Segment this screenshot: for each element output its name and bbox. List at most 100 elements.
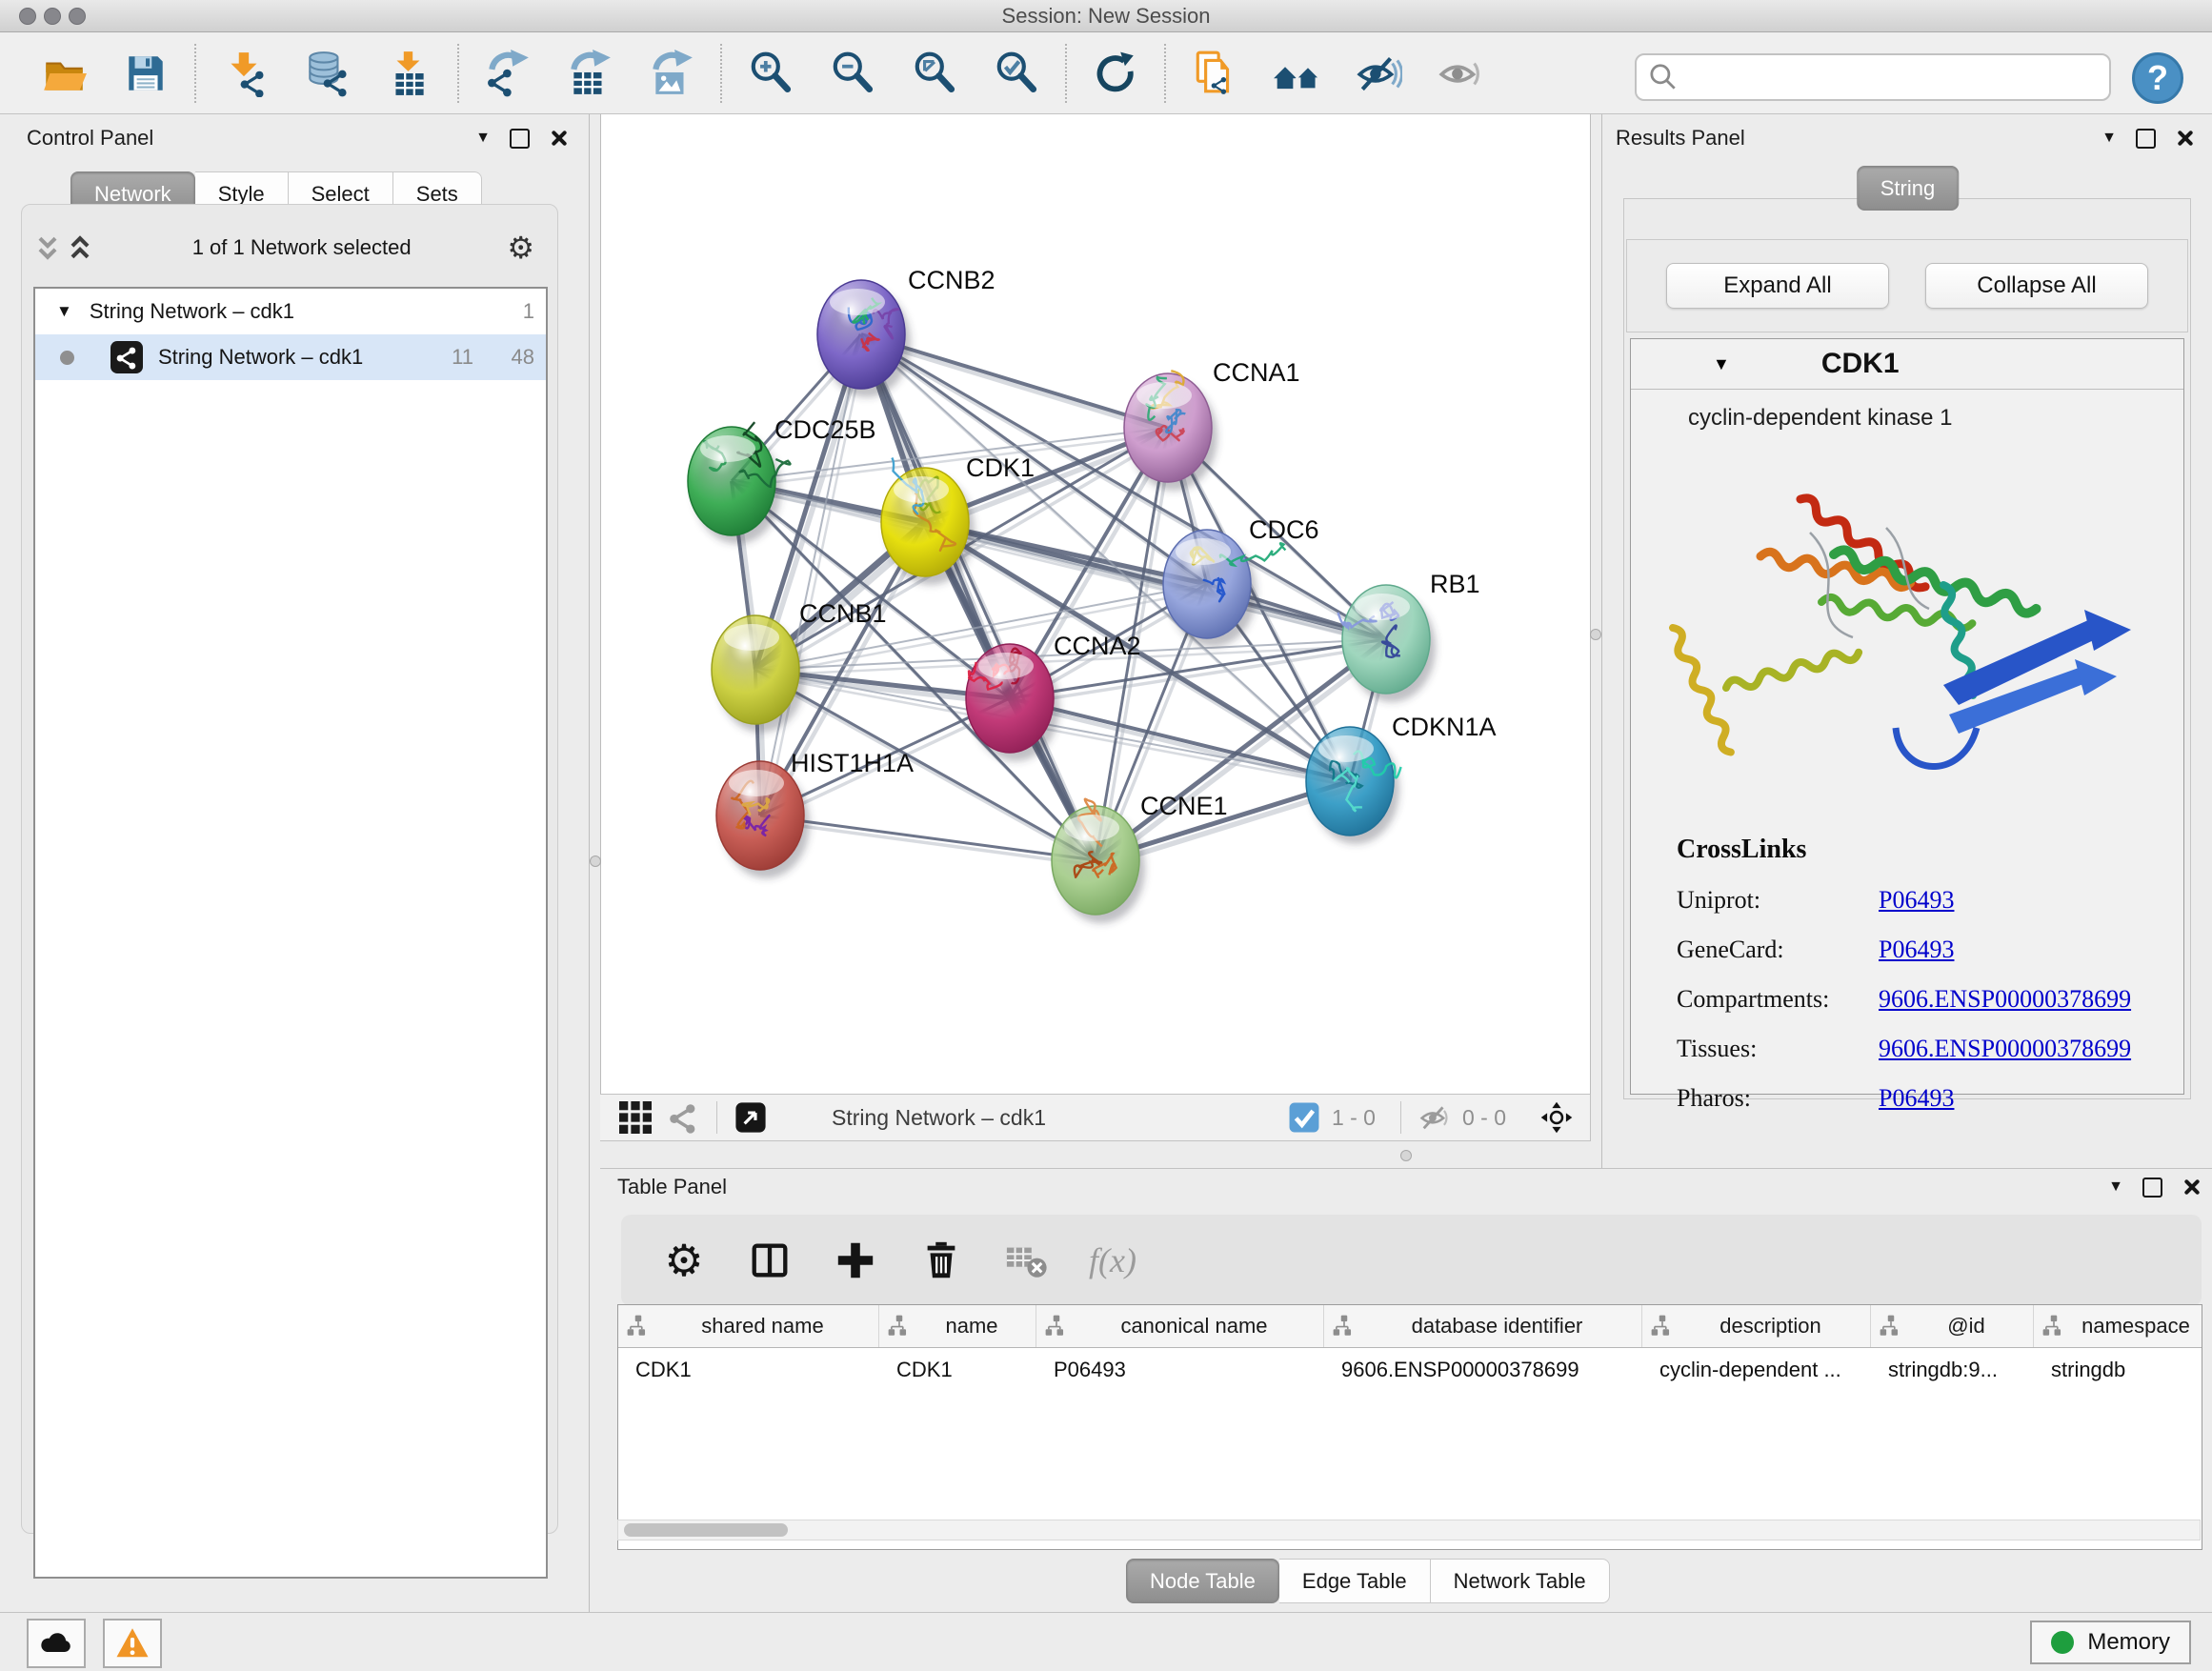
fit-selected-crosshair-icon[interactable] — [1538, 1099, 1575, 1136]
collection-expand-icon[interactable]: ▼ — [56, 302, 72, 321]
open-session-icon[interactable] — [38, 48, 90, 99]
crosslink-label: Pharos: — [1677, 1084, 1879, 1113]
float-panel-icon[interactable] — [2142, 1178, 2162, 1198]
string-results-box: Expand All Collapse All ▼ CDK1 cyclin-de… — [1623, 198, 2191, 1099]
export-network-icon[interactable] — [482, 48, 533, 99]
column-header-description[interactable]: description — [1642, 1305, 1871, 1347]
column-header-databaseidentifier[interactable]: database identifier — [1324, 1305, 1642, 1347]
collection-count: 1 — [485, 299, 546, 324]
network-overview-icon[interactable] — [665, 1099, 701, 1136]
right-splitter-handle[interactable] — [1590, 629, 1601, 640]
import-network-from-database-icon[interactable] — [301, 48, 352, 99]
close-panel-icon[interactable] — [2175, 129, 2194, 148]
close-panel-icon[interactable] — [549, 129, 568, 148]
cell-databaseidentifier[interactable]: 9606.ENSP00000378699 — [1324, 1358, 1642, 1382]
toolbar-separator — [1065, 44, 1067, 103]
tab-string[interactable]: String — [1857, 166, 1959, 211]
import-table-from-file-icon[interactable] — [383, 48, 434, 99]
left-splitter-handle[interactable] — [590, 856, 601, 867]
column-header-id[interactable]: @id — [1871, 1305, 2034, 1347]
warning-icon[interactable] — [103, 1619, 162, 1668]
gene-expand-icon[interactable]: ▼ — [1713, 354, 1730, 374]
column-header-name[interactable]: name — [879, 1305, 1036, 1347]
node-CCNA1[interactable] — [1124, 371, 1212, 482]
tab-network-table[interactable]: Network Table — [1431, 1559, 1610, 1603]
cell-namespace[interactable]: stringdb — [2034, 1358, 2202, 1382]
float-panel-icon[interactable] — [510, 129, 530, 149]
crosslink-link[interactable]: P06493 — [1879, 886, 1954, 915]
first-neighbors-icon[interactable] — [1271, 48, 1322, 99]
crosslinks-section: CrossLinks Uniprot:P06493GeneCard:P06493… — [1677, 835, 2153, 1113]
crosslink-link[interactable]: 9606.ENSP00000378699 — [1879, 1035, 2131, 1063]
zoom-out-icon[interactable] — [827, 48, 878, 99]
delete-column-icon[interactable] — [916, 1236, 966, 1285]
collapse-all-button[interactable]: Collapse All — [1925, 263, 2148, 309]
node-CCNB2[interactable] — [817, 280, 905, 389]
add-column-icon[interactable] — [831, 1236, 880, 1285]
cloud-icon[interactable] — [27, 1619, 86, 1668]
collapse-panel-icon[interactable]: ▼ — [2108, 1179, 2123, 1195]
node-CCNE1[interactable] — [1052, 799, 1139, 915]
network-row[interactable]: String Network – cdk1 11 48 — [35, 334, 546, 380]
selected-checkbox-icon[interactable] — [1286, 1099, 1322, 1136]
new-network-from-selection-icon[interactable] — [1189, 48, 1240, 99]
crosslink-link[interactable]: P06493 — [1879, 936, 1954, 964]
expand-all-networks-icon[interactable] — [64, 232, 96, 264]
control-panel-title: Control Panel — [27, 126, 153, 151]
birds-eye-view-icon[interactable] — [733, 1099, 769, 1136]
tab-node-table[interactable]: Node Table — [1126, 1559, 1279, 1603]
node-label-CCNA2: CCNA2 — [1054, 632, 1141, 660]
network-collection-row[interactable]: ▼ String Network – cdk1 1 — [35, 289, 546, 334]
table-row[interactable]: CDK1CDK1P064939606.ENSP00000378699cyclin… — [618, 1348, 2202, 1392]
collapse-panel-icon[interactable]: ▼ — [475, 131, 491, 146]
zoom-selected-icon[interactable] — [991, 48, 1042, 99]
show-all-icon[interactable] — [1435, 48, 1486, 99]
help-button[interactable]: ? — [2132, 52, 2183, 104]
bottom-splitter-handle[interactable] — [1400, 1150, 1412, 1161]
network-options-gear-icon[interactable]: ⚙ — [507, 232, 534, 263]
export-image-icon[interactable] — [646, 48, 697, 99]
scrollbar-thumb[interactable] — [624, 1523, 788, 1537]
edge-HIST1H1A-CCNE1[interactable] — [760, 815, 1096, 860]
memory-button[interactable]: Memory — [2030, 1621, 2191, 1664]
float-panel-icon[interactable] — [2136, 129, 2156, 149]
node-label-CDC6: CDC6 — [1249, 515, 1319, 544]
node-CCNA2[interactable] — [966, 644, 1054, 753]
table-tabs: Node TableEdge TableNetwork Table — [1126, 1559, 1610, 1603]
tab-edge-table[interactable]: Edge Table — [1279, 1559, 1431, 1603]
node-HIST1H1A[interactable] — [716, 761, 804, 870]
export-table-icon[interactable] — [564, 48, 615, 99]
node-CCNB1[interactable] — [712, 615, 799, 724]
gene-card-header[interactable]: ▼ CDK1 — [1631, 339, 2183, 390]
column-header-canonicalname[interactable]: canonical name — [1036, 1305, 1324, 1347]
cell-canonicalname[interactable]: P06493 — [1036, 1358, 1324, 1382]
cell-name[interactable]: CDK1 — [879, 1358, 1036, 1382]
node-CDK1[interactable] — [881, 457, 969, 576]
crosslink-link[interactable]: 9606.ENSP00000378699 — [1879, 985, 2131, 1014]
column-header-sharedname[interactable]: shared name — [618, 1305, 879, 1347]
search-input[interactable] — [1679, 57, 2109, 97]
memory-label: Memory — [2087, 1629, 2170, 1656]
apply-preferred-layout-icon[interactable] — [1090, 48, 1141, 99]
cell-id[interactable]: stringdb:9... — [1871, 1358, 2034, 1382]
zoom-in-icon[interactable] — [745, 48, 796, 99]
zoom-fit-icon[interactable] — [909, 48, 960, 99]
control-panel: Control Panel ▼ NetworkStyleSelectSets 1… — [0, 114, 590, 1612]
crosslink-link[interactable]: P06493 — [1879, 1084, 1954, 1113]
collapse-all-networks-icon[interactable] — [31, 232, 64, 264]
clear-table-icon — [1002, 1236, 1052, 1285]
column-header-namespace[interactable]: namespace — [2034, 1305, 2202, 1347]
import-network-from-file-icon[interactable] — [219, 48, 271, 99]
network-canvas[interactable]: CCNB2 CCNA1 CDC25B CDK1 CDC6 RB1 — [600, 114, 1591, 1094]
expand-all-button[interactable]: Expand All — [1666, 263, 1889, 309]
split-panel-icon[interactable] — [745, 1236, 794, 1285]
settings-gear-icon[interactable]: ⚙ — [659, 1236, 709, 1285]
cell-sharedname[interactable]: CDK1 — [618, 1358, 879, 1382]
hide-selection-icon[interactable] — [1353, 48, 1404, 99]
save-session-icon[interactable] — [120, 48, 171, 99]
collapse-panel-icon[interactable]: ▼ — [2101, 131, 2117, 146]
cell-description[interactable]: cyclin-dependent ... — [1642, 1358, 1871, 1382]
grid-view-icon[interactable] — [617, 1099, 654, 1136]
search-box — [1635, 53, 2111, 101]
close-panel-icon[interactable] — [2182, 1178, 2201, 1197]
